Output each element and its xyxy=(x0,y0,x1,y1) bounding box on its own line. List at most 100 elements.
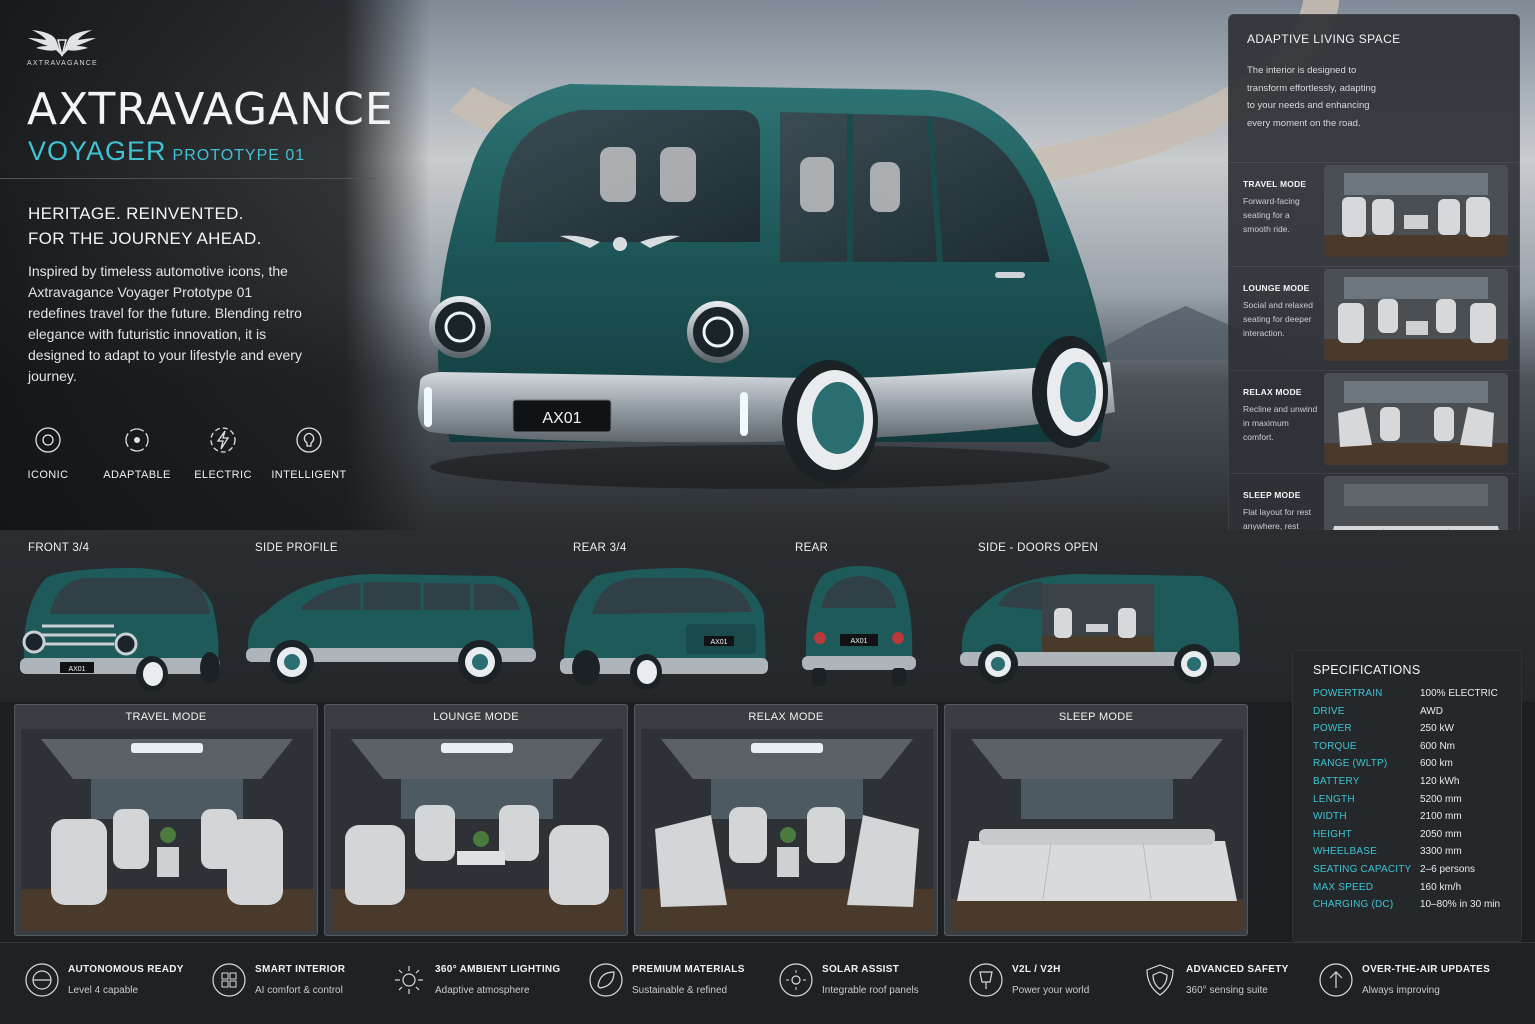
intro-divider xyxy=(0,178,375,179)
mode-separator xyxy=(1230,266,1518,267)
footer-feature-title: 360° AMBIENT LIGHTING xyxy=(435,964,561,975)
adaptive-body: The interior is designed to transform ef… xyxy=(1247,65,1377,129)
spec-key: TORQUE xyxy=(1313,740,1357,752)
mode-separator xyxy=(1230,473,1518,474)
spec-value: 10–80% in 30 min xyxy=(1420,899,1501,911)
interior-lounge-mode-card: LOUNGE MODE xyxy=(324,704,628,936)
spec-value: 160 km/h xyxy=(1420,881,1462,893)
view-label-rear: REAR xyxy=(795,542,829,554)
tagline-line-2: FOR THE JOURNEY AHEAD. xyxy=(28,229,262,248)
spec-value: 2100 mm xyxy=(1420,811,1462,823)
tagline: HERITAGE. REINVENTED. FOR THE JOURNEY AH… xyxy=(28,201,262,251)
footer-feature-sub: AI comfort & control xyxy=(255,985,343,996)
solar-icon xyxy=(779,963,813,997)
mode-title: TRAVEL MODE xyxy=(1243,179,1307,189)
spec-value: 600 km xyxy=(1420,758,1453,770)
spec-value: 2050 mm xyxy=(1420,828,1462,840)
view-plate-text: AX01 xyxy=(850,638,867,645)
feature-label: ELECTRIC xyxy=(194,469,252,481)
specs-title: SPECIFICATIONS xyxy=(1313,663,1421,677)
footer-feature-sub: Level 4 capable xyxy=(68,985,139,996)
adaptable-icon xyxy=(125,428,149,452)
van-rear-34-view: AX01 xyxy=(560,568,768,690)
spec-key: BATTERY xyxy=(1313,776,1360,787)
van-rear-view: AX01 xyxy=(802,566,916,686)
brain-icon xyxy=(296,427,322,453)
footer-feature-sub: Integrable roof panels xyxy=(822,985,919,996)
mode-title: SLEEP MODE xyxy=(1243,490,1301,500)
mode-desc: Forward-facing seating for a smooth ride… xyxy=(1243,196,1300,234)
mode-separator xyxy=(1230,370,1518,371)
adaptive-mode-travel: TRAVEL MODE Forward-facing seating for a… xyxy=(1230,162,1518,269)
intro-body: Inspired by timeless automotive icons, t… xyxy=(28,263,302,384)
sun-icon xyxy=(395,966,423,994)
steering-icon xyxy=(25,963,59,997)
footer-feature-title: OVER-THE-AIR UPDATES xyxy=(1362,964,1491,975)
spec-key: LENGTH xyxy=(1313,793,1355,805)
model-line: VOYAGER PROTOTYPE 01 xyxy=(28,136,305,167)
footer-feature-sub: Power your world xyxy=(1012,985,1090,996)
feature-iconic: ICONIC xyxy=(9,426,87,481)
footer-feature-sub: Always improving xyxy=(1362,985,1440,996)
hero-plate-text: AX01 xyxy=(542,410,581,427)
feature-intelligent: INTELLIGENT xyxy=(270,426,348,481)
view-label-front: FRONT 3/4 xyxy=(28,542,90,554)
footer-feature-title: PREMIUM MATERIALS xyxy=(632,964,745,975)
adaptive-title: ADAPTIVE LIVING SPACE xyxy=(1247,32,1401,46)
update-icon xyxy=(1319,963,1353,997)
footer-feature-sub: Sustainable & refined xyxy=(632,985,728,996)
emblem-icon xyxy=(35,427,61,453)
winged-logo-icon xyxy=(28,30,96,57)
spec-key: CHARGING (DC) xyxy=(1313,899,1394,911)
spec-value: 2–6 persons xyxy=(1420,864,1476,875)
shield-icon xyxy=(1146,964,1174,996)
spec-value: 600 Nm xyxy=(1420,740,1456,752)
lightning-icon xyxy=(210,427,236,453)
view-plate-text: AX01 xyxy=(710,639,727,646)
spec-value: 3300 mm xyxy=(1420,846,1462,858)
tagline-line-1: HERITAGE. REINVENTED. xyxy=(28,204,244,223)
model-name: VOYAGER xyxy=(28,136,167,166)
footer-feature-sub: Adaptive atmosphere xyxy=(435,985,530,996)
feature-label: INTELLIGENT xyxy=(271,469,347,481)
interior-mode-title: RELAX MODE xyxy=(748,711,824,723)
interior-relax-mode-card: RELAX MODE xyxy=(634,704,938,936)
plug-icon xyxy=(969,963,1003,997)
interior-mode-title: TRAVEL MODE xyxy=(125,711,207,723)
spec-key: HEIGHT xyxy=(1313,828,1352,840)
travel-mode-interior-image xyxy=(21,729,313,931)
interior-mode-title: LOUNGE MODE xyxy=(433,711,519,723)
spec-value: 120 kWh xyxy=(1420,776,1460,787)
interior-travel-mode-card: TRAVEL MODE xyxy=(14,704,318,936)
adaptive-mode-lounge: LOUNGE MODE Social and relaxed seating f… xyxy=(1230,266,1518,373)
interior-sleep-mode-card: SLEEP MODE xyxy=(944,704,1248,936)
lounge-mode-interior-image xyxy=(331,729,623,931)
spec-key: DRIVE xyxy=(1313,705,1345,717)
spec-key: POWERTRAIN xyxy=(1313,688,1383,699)
van-front-34-view: AX01 xyxy=(20,568,220,692)
mode-title: RELAX MODE xyxy=(1243,387,1302,397)
spec-key: RANGE (WLTP) xyxy=(1313,758,1388,770)
spec-value: 100% ELECTRIC xyxy=(1420,688,1498,699)
adaptive-mode-relax: RELAX MODE Recline and unwind in maximum… xyxy=(1230,370,1518,477)
relax-mode-interior-image xyxy=(641,729,933,931)
brand-title: AXTRAVAGANCE xyxy=(27,84,394,135)
feature-label: ADAPTABLE xyxy=(103,469,171,481)
hero-van-image: AX01 xyxy=(417,84,1115,489)
view-label-doors-open: SIDE - DOORS OPEN xyxy=(978,542,1099,554)
relax-mode-thumbnail xyxy=(1324,373,1508,465)
view-plate-text: AX01 xyxy=(68,666,85,673)
model-sub: PROTOTYPE 01 xyxy=(172,147,306,164)
mode-desc: Social and relaxed seating for deeper in… xyxy=(1243,300,1313,338)
footer-feature-title: SMART INTERIOR xyxy=(255,964,346,975)
feature-electric: ELECTRIC xyxy=(184,426,262,481)
lounge-mode-thumbnail xyxy=(1324,269,1508,361)
spec-value: AWD xyxy=(1420,705,1443,717)
spec-key: WHEELBASE xyxy=(1313,846,1378,858)
footer-feature-title: ADVANCED SAFETY xyxy=(1186,964,1289,975)
footer-feature-title: AUTONOMOUS READY xyxy=(68,964,184,975)
van-side-doors-open-view xyxy=(960,574,1240,684)
sleep-mode-interior-image xyxy=(951,729,1243,931)
leaf-icon xyxy=(589,963,623,997)
footer-feature-title: SOLAR ASSIST xyxy=(822,964,900,975)
